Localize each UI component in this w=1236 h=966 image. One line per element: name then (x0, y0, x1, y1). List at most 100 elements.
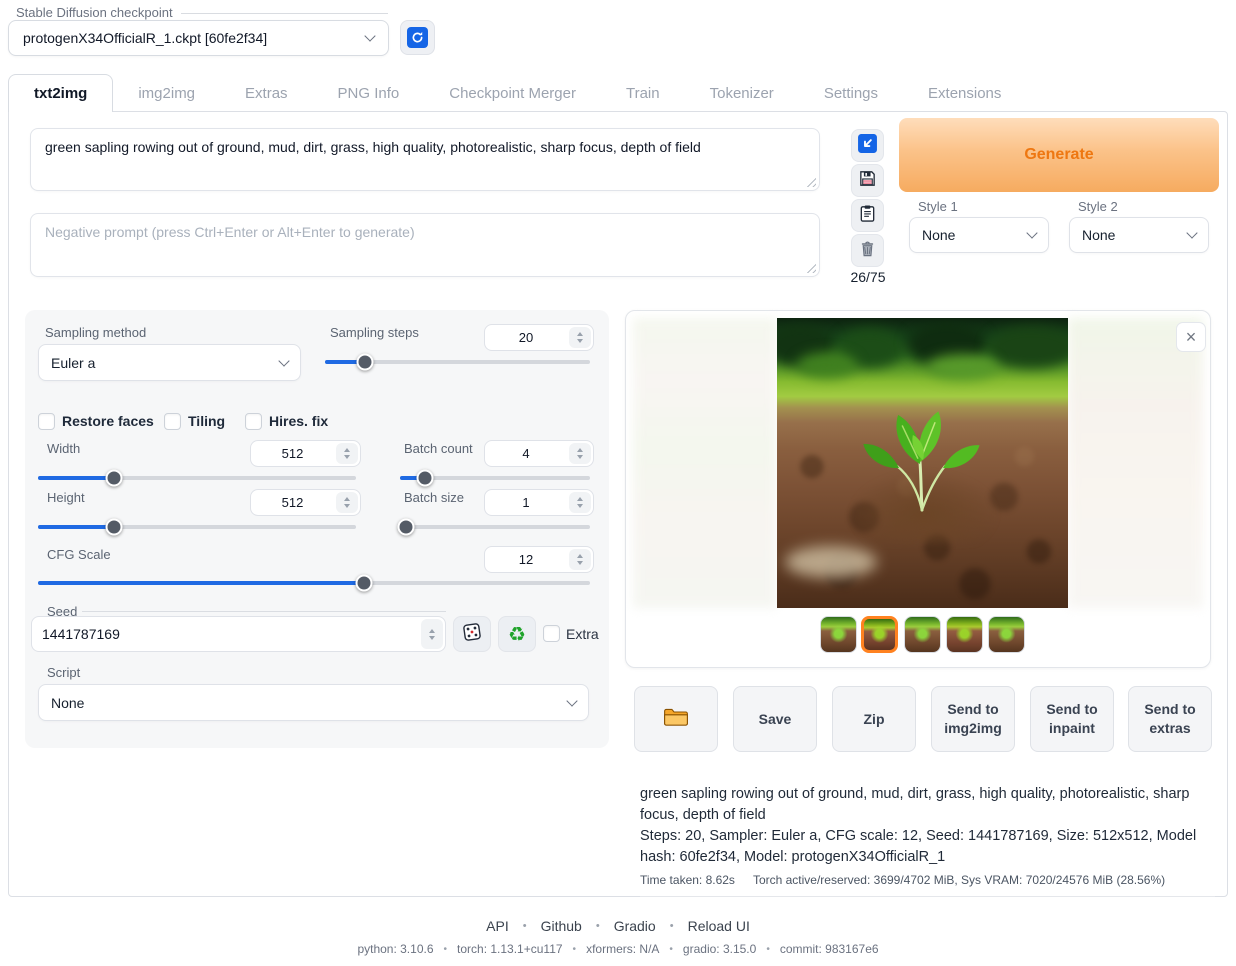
random-seed-button[interactable] (453, 616, 491, 652)
seed-input[interactable]: 1441787169 (31, 616, 446, 652)
reuse-seed-button[interactable]: ♻ (498, 616, 536, 652)
cfg-scale-slider[interactable] (38, 574, 590, 591)
refresh-icon (407, 27, 428, 48)
batch-size-input[interactable]: 1 (484, 489, 594, 516)
save-button[interactable]: Save (733, 686, 817, 752)
read-parameters-button[interactable] (851, 129, 884, 162)
tiling-checkbox[interactable] (164, 413, 181, 430)
negative-prompt-input[interactable] (30, 213, 820, 277)
sampling-method-value: Euler a (51, 355, 95, 371)
hires-fix-checkbox[interactable] (245, 413, 262, 430)
spin-up-icon (344, 497, 350, 501)
tab-txt2img[interactable]: txt2img (8, 74, 113, 112)
batch-count-input[interactable]: 4 (484, 440, 594, 467)
bullet-separator: • (596, 920, 600, 932)
slider-knob[interactable] (106, 469, 123, 486)
send-to-img2img-button[interactable]: Send to img2img (931, 686, 1015, 752)
tab-checkpoint-merger[interactable]: Checkpoint Merger (424, 74, 601, 112)
commit-hash: commit: 983167e6 (780, 942, 879, 956)
spinner-control[interactable] (336, 443, 358, 464)
width-input[interactable]: 512 (250, 440, 361, 467)
footer-link-reload-ui[interactable]: Reload UI (688, 918, 750, 934)
prompt-input[interactable]: green sapling rowing out of ground, mud,… (30, 128, 820, 191)
open-folder-button[interactable] (634, 686, 718, 752)
tab-bar: txt2img img2img Extras PNG Info Checkpoi… (8, 74, 1026, 112)
spinner-control[interactable] (336, 492, 358, 513)
slider-knob[interactable] (355, 574, 372, 591)
height-value: 512 (251, 495, 334, 510)
slider-knob[interactable] (416, 469, 433, 486)
extra-seed-checkbox[interactable] (543, 625, 560, 642)
footer-link-github[interactable]: Github (541, 918, 582, 934)
cfg-scale-input[interactable]: 12 (484, 546, 594, 573)
bullet-separator: • (670, 920, 674, 932)
thumbnail-2-selected[interactable] (861, 616, 898, 653)
spinner-control[interactable] (569, 549, 591, 570)
dice-icon (462, 622, 482, 647)
spinner-control[interactable] (569, 327, 591, 348)
refresh-checkpoint-button[interactable] (400, 20, 435, 55)
batch-size-slider[interactable] (400, 518, 590, 535)
zip-button[interactable]: Zip (832, 686, 916, 752)
prompt-wrap: green sapling rowing out of ground, mud,… (30, 128, 820, 191)
hires-fix-label: Hires. fix (269, 413, 328, 429)
restore-faces-checkbox[interactable] (38, 413, 55, 430)
batch-count-slider[interactable] (400, 469, 590, 486)
width-slider[interactable] (38, 469, 356, 486)
spinner-control[interactable] (569, 443, 591, 464)
width-label: Width (47, 441, 80, 456)
thumbnail-4[interactable] (946, 616, 983, 653)
slider-track[interactable] (400, 525, 590, 529)
thumbnail-1[interactable] (820, 616, 857, 653)
tab-tokenizer[interactable]: Tokenizer (685, 74, 799, 112)
close-gallery-button[interactable]: × (1176, 322, 1206, 352)
python-version: python: 3.10.6 (357, 942, 433, 956)
height-label: Height (47, 490, 85, 505)
generated-image[interactable] (777, 318, 1068, 608)
slider-knob[interactable] (397, 518, 414, 535)
generate-button[interactable]: Generate (899, 118, 1219, 192)
tab-extras[interactable]: Extras (220, 74, 313, 112)
chevron-down-icon (278, 355, 289, 366)
tab-train[interactable]: Train (601, 74, 685, 112)
tab-settings[interactable]: Settings (799, 74, 903, 112)
tab-png-info[interactable]: PNG Info (313, 74, 425, 112)
spinner-control[interactable] (569, 492, 591, 513)
height-slider[interactable] (38, 518, 356, 535)
tab-img2img[interactable]: img2img (113, 74, 220, 112)
slider-knob[interactable] (106, 518, 123, 535)
style2-select[interactable]: None (1069, 217, 1209, 253)
trash-icon (858, 239, 877, 263)
save-style-button[interactable] (851, 164, 884, 197)
sampling-steps-slider[interactable] (325, 353, 590, 370)
gallery-blur-right (1068, 318, 1203, 608)
extra-seed-label: Extra (566, 626, 599, 642)
send-to-extras-button[interactable]: Send to extras (1128, 686, 1212, 752)
slider-knob[interactable] (356, 353, 373, 370)
bullet-separator: • (573, 944, 577, 955)
restore-faces-label: Restore faces (62, 413, 154, 429)
slider-fill (38, 476, 114, 480)
spin-down-icon (577, 455, 583, 459)
style2-label: Style 2 (1078, 199, 1118, 214)
footer-link-gradio[interactable]: Gradio (614, 918, 656, 934)
style2-value: None (1082, 227, 1115, 243)
tab-extensions[interactable]: Extensions (903, 74, 1026, 112)
clipboard-icon (858, 204, 877, 228)
sampling-method-select[interactable]: Euler a (38, 344, 301, 381)
checkpoint-select[interactable]: protogenX34OfficialR_1.ckpt [60fe2f34] (8, 20, 389, 56)
thumbnail-5[interactable] (988, 616, 1025, 653)
sampling-steps-input[interactable]: 20 (484, 324, 594, 351)
width-value: 512 (251, 446, 334, 461)
send-to-inpaint-button[interactable]: Send to inpaint (1030, 686, 1114, 752)
footer-link-api[interactable]: API (486, 918, 509, 934)
spin-up-icon (429, 629, 435, 633)
thumbnail-3[interactable] (904, 616, 941, 653)
script-select[interactable]: None (38, 684, 589, 721)
style1-select[interactable]: None (909, 217, 1049, 253)
tiling-label: Tiling (188, 413, 225, 429)
height-input[interactable]: 512 (250, 489, 361, 516)
clear-prompt-button[interactable] (851, 234, 884, 267)
apply-style-button[interactable] (851, 199, 884, 232)
spinner-control[interactable] (421, 619, 443, 649)
